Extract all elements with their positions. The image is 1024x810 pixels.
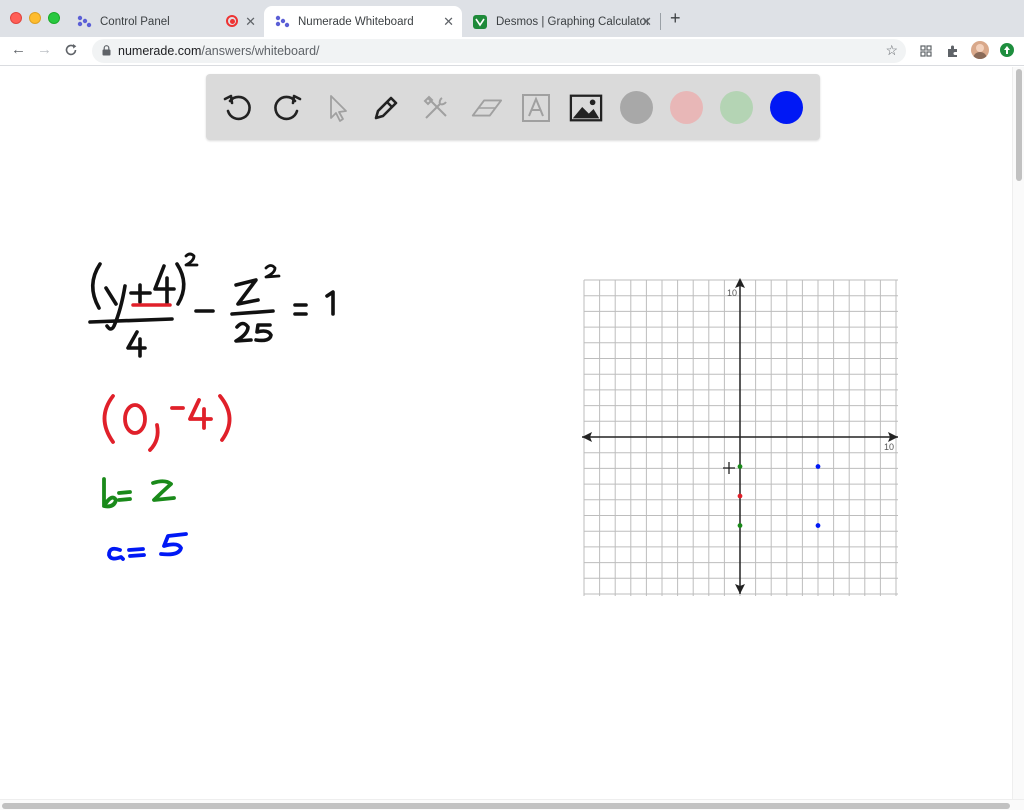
equals-stroke <box>293 303 308 316</box>
red-zero <box>123 403 147 435</box>
close-paren-stroke <box>175 262 186 306</box>
x-axis-tick-label: 10 <box>884 442 894 452</box>
red-open-paren <box>102 394 115 444</box>
browser-window: Control Panel ✕ Numerade Whiteboard ✕ De… <box>0 0 1024 810</box>
horizontal-scrollbar-thumb[interactable] <box>2 803 1010 809</box>
blue-five <box>159 532 188 557</box>
denominator-four-stroke <box>126 330 147 358</box>
vertical-scrollbar[interactable] <box>1012 67 1024 799</box>
handwritten-b-value <box>102 477 176 509</box>
blue-equals <box>127 547 146 558</box>
plus-stroke <box>129 283 152 304</box>
green-b <box>102 477 118 509</box>
plotted-point <box>815 523 821 528</box>
four-stroke <box>153 264 176 306</box>
green-equals <box>117 490 132 502</box>
five-stroke <box>254 323 273 343</box>
handwritten-center <box>102 394 232 452</box>
plotted-point <box>737 493 743 499</box>
plotted-point <box>737 523 743 528</box>
one-stroke <box>325 290 335 316</box>
plotted-point <box>815 464 821 469</box>
x-stroke <box>234 278 260 306</box>
exponent-two-stroke-b <box>264 264 281 279</box>
handwritten-a-value <box>107 532 188 561</box>
fraction-bar-stroke-b <box>230 309 275 316</box>
horizontal-scrollbar[interactable] <box>0 799 1024 810</box>
red-four <box>188 398 213 430</box>
red-comma <box>148 423 160 452</box>
open-paren-stroke <box>90 262 102 310</box>
y-axis-tick-label: 10 <box>727 288 737 298</box>
blue-a <box>107 546 125 561</box>
green-two <box>151 479 176 502</box>
exponent-two-stroke <box>184 252 199 267</box>
red-close-paren <box>218 394 232 442</box>
two-stroke <box>234 321 253 343</box>
vertical-scrollbar-thumb[interactable] <box>1016 69 1022 181</box>
coordinate-grid: 10 10 <box>582 278 898 596</box>
plotted-point <box>737 464 743 469</box>
handwritten-equation <box>88 252 335 358</box>
fraction-bar-stroke <box>88 317 174 324</box>
whiteboard-canvas[interactable]: 10 10 <box>0 0 1012 799</box>
